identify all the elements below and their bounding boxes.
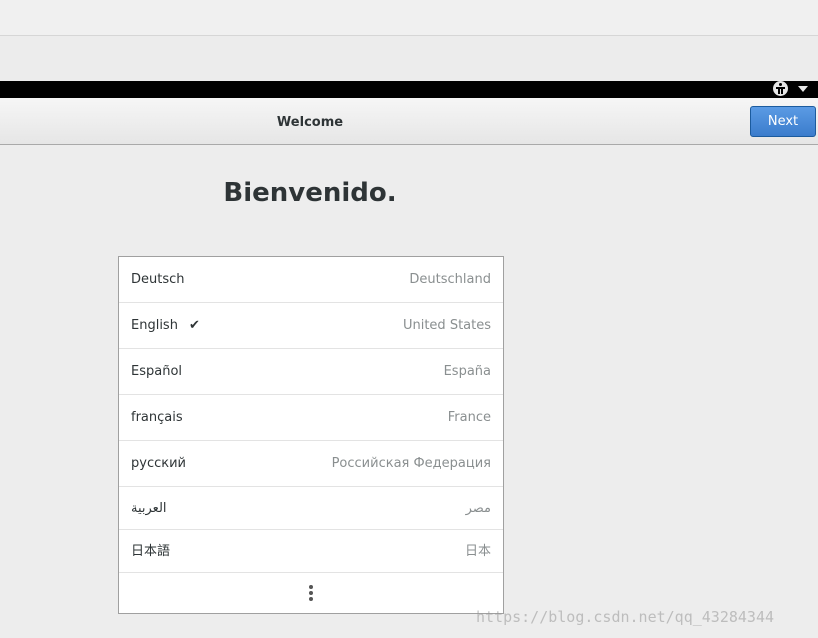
system-menu-chevron-down-icon[interactable] — [798, 86, 808, 92]
language-region: Российская Федерация — [331, 456, 491, 471]
header-bar: Welcome Next — [0, 98, 818, 145]
language-name: العربية — [131, 501, 167, 516]
language-name: 日本語 — [131, 544, 171, 559]
accessibility-icon-legs — [778, 89, 783, 94]
language-region: 日本 — [464, 544, 491, 559]
language-row-deutsch[interactable]: Deutsch Deutschland — [119, 257, 503, 303]
checkmark-icon: ✔ — [189, 318, 200, 333]
language-row-russian[interactable]: русский Российская Федерация — [119, 441, 503, 487]
language-region: مصر — [465, 501, 491, 516]
language-list: Deutsch Deutschland English ✔ United Sta… — [118, 256, 504, 614]
language-name: русский — [131, 456, 186, 471]
language-region: España — [443, 364, 491, 379]
welcome-heading: Bienvenido. — [223, 178, 397, 208]
page-title: Welcome — [276, 115, 344, 130]
next-button[interactable]: Next — [750, 106, 816, 137]
language-row-english[interactable]: English ✔ United States — [119, 303, 503, 349]
gnome-top-bar — [0, 81, 818, 98]
language-region: Deutschland — [409, 272, 491, 287]
language-row-francais[interactable]: français France — [119, 395, 503, 441]
language-region: United States — [402, 318, 491, 333]
language-name: français — [131, 410, 183, 425]
language-row-arabic[interactable]: العربية مصر — [119, 487, 503, 530]
host-window-toolbar — [0, 36, 818, 81]
language-name: English — [131, 318, 178, 333]
language-name: Deutsch — [131, 272, 185, 287]
language-name: Español — [131, 364, 183, 379]
language-row-espanol[interactable]: Español España — [119, 349, 503, 395]
host-window-titlebar — [0, 0, 818, 36]
watermark-url: https://blog.csdn.net/qq_43284344 — [476, 608, 775, 626]
language-row-japanese[interactable]: 日本語 日本 — [119, 530, 503, 573]
more-languages-button[interactable] — [119, 573, 503, 613]
more-vertical-icon — [309, 585, 313, 601]
language-region: France — [447, 410, 491, 425]
